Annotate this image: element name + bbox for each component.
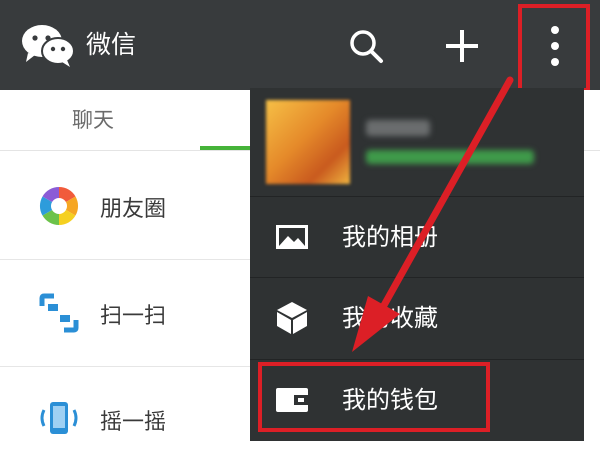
- search-icon[interactable]: [346, 26, 386, 66]
- menu-item-label: 我的收藏: [342, 304, 438, 332]
- moments-icon: [39, 186, 79, 226]
- menu-item-label: 我的相册: [342, 223, 438, 251]
- profile-name-blurred: [366, 120, 430, 136]
- plus-icon[interactable]: [440, 24, 484, 68]
- avatar: [266, 100, 350, 184]
- menu-item-my-favorites[interactable]: 我的收藏: [250, 278, 584, 358]
- app-title: 微信: [86, 30, 137, 59]
- profile-subtitle-blurred: [366, 150, 534, 164]
- more-button-highlight: [518, 4, 590, 92]
- photo-album-icon: [276, 225, 308, 249]
- menu-profile-header[interactable]: [250, 88, 584, 196]
- list-item-scan[interactable]: 扫一扫: [0, 262, 260, 367]
- list-item-label: 扫一扫: [100, 304, 167, 329]
- wechat-logo-icon: [22, 25, 75, 67]
- list-item-moments[interactable]: 朋友圈: [0, 155, 260, 260]
- list-item-label: 摇一摇: [100, 410, 167, 435]
- wallet-highlight: [258, 362, 490, 432]
- favorites-cube-icon: [277, 302, 307, 334]
- list-item-label: 朋友圈: [100, 197, 167, 222]
- top-app-bar: 微信: [0, 0, 600, 90]
- list-item-shake[interactable]: 摇一摇: [0, 368, 260, 472]
- menu-item-my-album[interactable]: 我的相册: [250, 197, 584, 277]
- shake-icon: [40, 402, 78, 434]
- scan-icon: [39, 293, 79, 333]
- tab-chat[interactable]: 聊天: [72, 104, 114, 134]
